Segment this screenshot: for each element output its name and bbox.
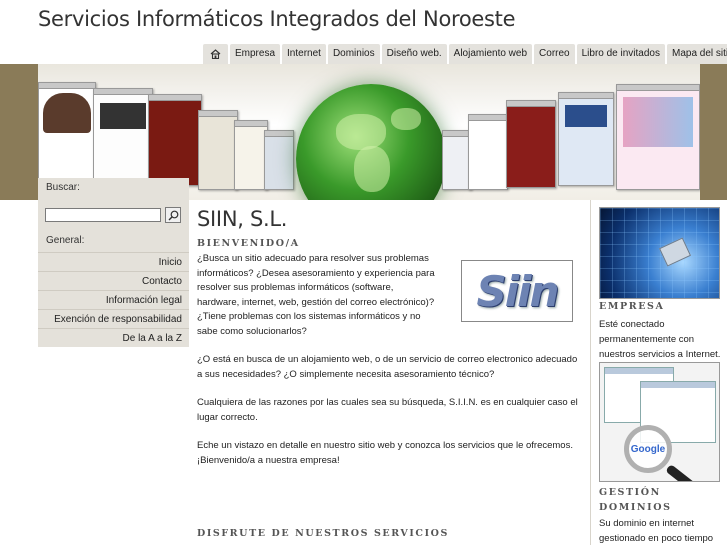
search-label: Buscar: [46, 182, 80, 193]
domain-search-image[interactable]: Google [599, 362, 720, 482]
reasons-paragraph: Cualquiera de las razones por las cuales… [197, 397, 578, 423]
empresa-heading[interactable]: EMPRESA [599, 301, 664, 312]
nav-tab-dominios[interactable]: Dominios [327, 44, 380, 64]
nav-tab-correo[interactable]: Correo [534, 44, 575, 64]
globe-image [296, 84, 446, 200]
empresa-text: Esté conectado permanentemente con nuest… [599, 319, 721, 360]
right-sidebar: EMPRESA Esté conectado permanentemente c… [590, 200, 727, 545]
nav-home-tab[interactable] [203, 44, 228, 64]
banner-screenshot [148, 94, 202, 186]
main-content: SIIN, S.L. BIENVENIDO/A ¿Busca un sitio … [197, 207, 582, 468]
hosting-paragraph: ¿O está en busca de un alojamiento web, … [197, 354, 578, 380]
google-label: Google [630, 443, 666, 455]
welcome-paragraph: Eche un vistazo en detalle en nuestro si… [197, 440, 573, 466]
sidebar-item-a-z[interactable]: De la A a la Z [38, 328, 189, 347]
magnifier-icon [168, 210, 178, 220]
banner-screenshot [506, 100, 556, 188]
sidebar: Buscar: General: Inicio Contacto Informa… [38, 178, 189, 347]
top-navigation: Empresa Internet Dominios Diseño web. Al… [203, 44, 727, 64]
banner-screenshot [234, 120, 268, 190]
sidebar-item-inicio[interactable]: Inicio [38, 252, 189, 271]
nav-tab-alojamiento-web[interactable]: Alojamiento web [448, 44, 533, 64]
nav-tab-libro-invitados[interactable]: Libro de invitados [576, 44, 665, 64]
gestion-dominios-heading[interactable]: GESTIÓN DOMINIOS [599, 485, 679, 515]
banner-screenshot [616, 84, 700, 190]
magnifier-graphic: Google [624, 425, 672, 473]
page-title: SIIN, S.L. [197, 207, 288, 231]
services-heading: DISFRUTE DE NUESTROS SERVICIOS [197, 528, 449, 539]
logo-text: Siin [476, 266, 560, 316]
sidebar-item-informacion-legal[interactable]: Información legal [38, 290, 189, 309]
intro-paragraph: ¿Busca un sitio adecuado para resolver s… [197, 253, 435, 337]
general-label: General: [46, 235, 85, 246]
banner-screenshot [198, 110, 238, 190]
banner-screenshot [468, 114, 508, 190]
banner-screenshot [264, 130, 294, 190]
banner-screenshot [558, 92, 614, 186]
search-input[interactable] [45, 208, 161, 222]
welcome-heading: BIENVENIDO/A [197, 238, 300, 249]
nav-tab-diseno-web[interactable]: Diseño web. [381, 44, 447, 64]
site-title: Servicios Informáticos Integrados del No… [38, 7, 516, 31]
siin-logo: Siin [461, 260, 573, 322]
banner-screenshot [93, 88, 153, 184]
banner-screenshot [38, 82, 96, 182]
nav-tab-mapa-sitio[interactable]: Mapa del sitio [667, 44, 727, 64]
search-button[interactable] [165, 207, 181, 223]
nav-tab-internet[interactable]: Internet [282, 44, 326, 64]
sidebar-item-exencion-responsabilidad[interactable]: Exención de responsabilidad [38, 309, 189, 328]
gestion-dominios-text: Su dominio en internet gestionado en poc… [599, 518, 714, 544]
sidebar-item-contacto[interactable]: Contacto [38, 271, 189, 290]
network-cable-image[interactable] [599, 207, 720, 299]
nav-tab-empresa[interactable]: Empresa [230, 44, 281, 64]
home-icon [210, 49, 221, 59]
sidebar-menu: Inicio Contacto Información legal Exenci… [38, 252, 189, 347]
